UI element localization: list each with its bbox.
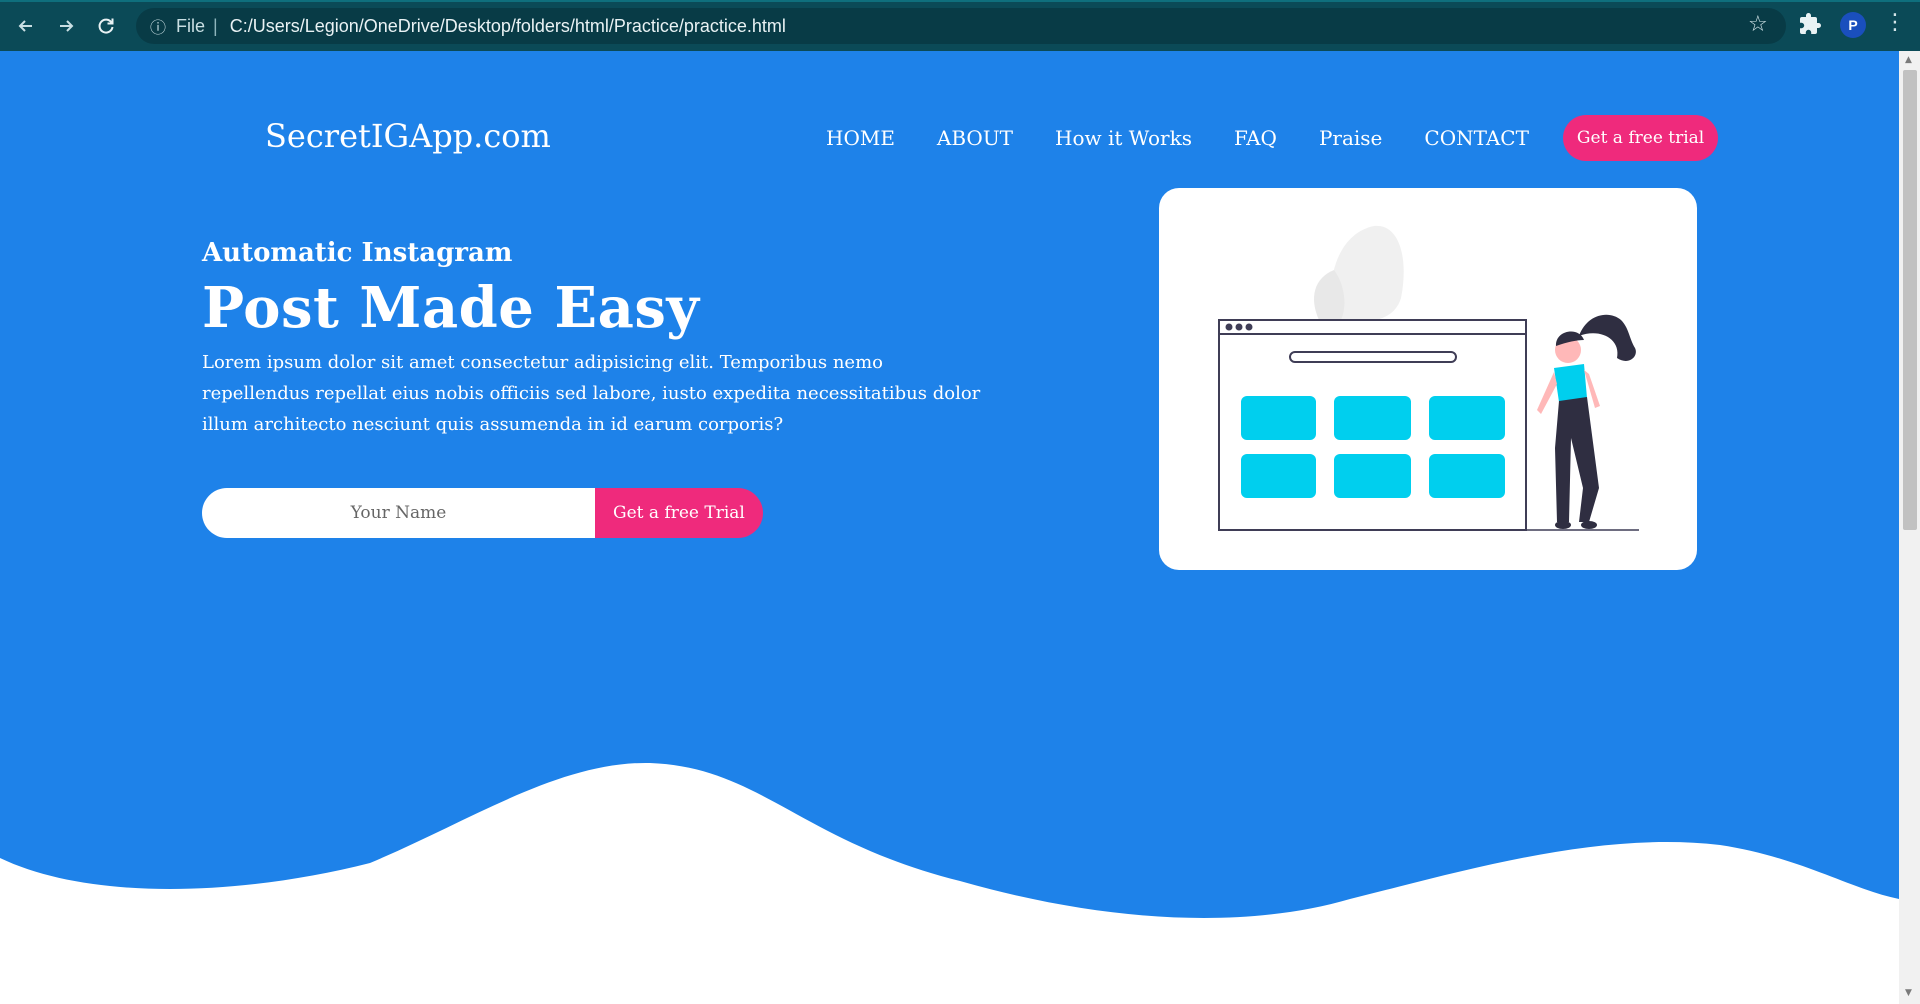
free-trial-submit-button[interactable]: Get a free Trial [595, 488, 763, 538]
forward-arrow-icon[interactable] [52, 12, 80, 40]
nav-home[interactable]: HOME [826, 123, 895, 153]
hero-paragraph: Lorem ipsum dolor sit amet consectetur a… [202, 352, 981, 435]
extensions-puzzle-icon[interactable] [1798, 12, 1824, 38]
name-input[interactable] [202, 488, 595, 538]
hero-eyebrow: Automatic Instagram [202, 238, 513, 268]
signup-form: Get a free Trial [202, 488, 763, 538]
nav-praise[interactable]: Praise [1319, 123, 1382, 153]
reload-icon[interactable] [92, 12, 120, 40]
nav-how-it-works[interactable]: How it Works [1055, 123, 1192, 153]
illustration-card [1159, 188, 1697, 570]
url-text[interactable]: C:/Users/Legion/OneDrive/Desktop/folders… [230, 16, 786, 37]
landing-page: SecretIGApp.com HOME ABOUT How it Works … [0, 51, 1899, 1004]
site-brand[interactable]: SecretIGApp.com [265, 117, 551, 155]
profile-avatar[interactable]: P [1840, 12, 1866, 38]
info-icon[interactable]: ⓘ [150, 14, 166, 38]
address-bar[interactable]: ⓘ File | C:/Users/Legion/OneDrive/Deskto… [136, 8, 1786, 44]
url-scheme: File [176, 15, 206, 36]
browser-toolbar: ⓘ File | C:/Users/Legion/OneDrive/Deskto… [0, 0, 1920, 51]
nav-about[interactable]: ABOUT [937, 123, 1013, 153]
hero-headline: Post Made Easy [202, 275, 700, 341]
hero-section: Automatic Instagram Post Made Easy Lorem… [202, 237, 982, 440]
nav-free-trial-button[interactable]: Get a free trial [1562, 115, 1719, 161]
url-separator: | [213, 15, 218, 36]
back-arrow-icon[interactable] [12, 12, 40, 40]
nav-faq[interactable]: FAQ [1234, 123, 1277, 153]
main-nav: HOME ABOUT How it Works FAQ Praise CONTA… [826, 115, 1719, 161]
tab-strip-edge [0, 0, 1920, 2]
scroll-up-arrow-icon[interactable]: ▲ [1905, 55, 1912, 65]
nav-contact[interactable]: CONTACT [1424, 123, 1529, 153]
star-icon[interactable]: ☆ [1748, 12, 1768, 37]
menu-dots-icon[interactable]: ⋮ [1884, 10, 1906, 35]
browser-woman-illustration [1218, 225, 1639, 531]
scroll-down-arrow-icon[interactable]: ▼ [1905, 988, 1912, 998]
scrollbar-thumb[interactable] [1903, 70, 1917, 530]
